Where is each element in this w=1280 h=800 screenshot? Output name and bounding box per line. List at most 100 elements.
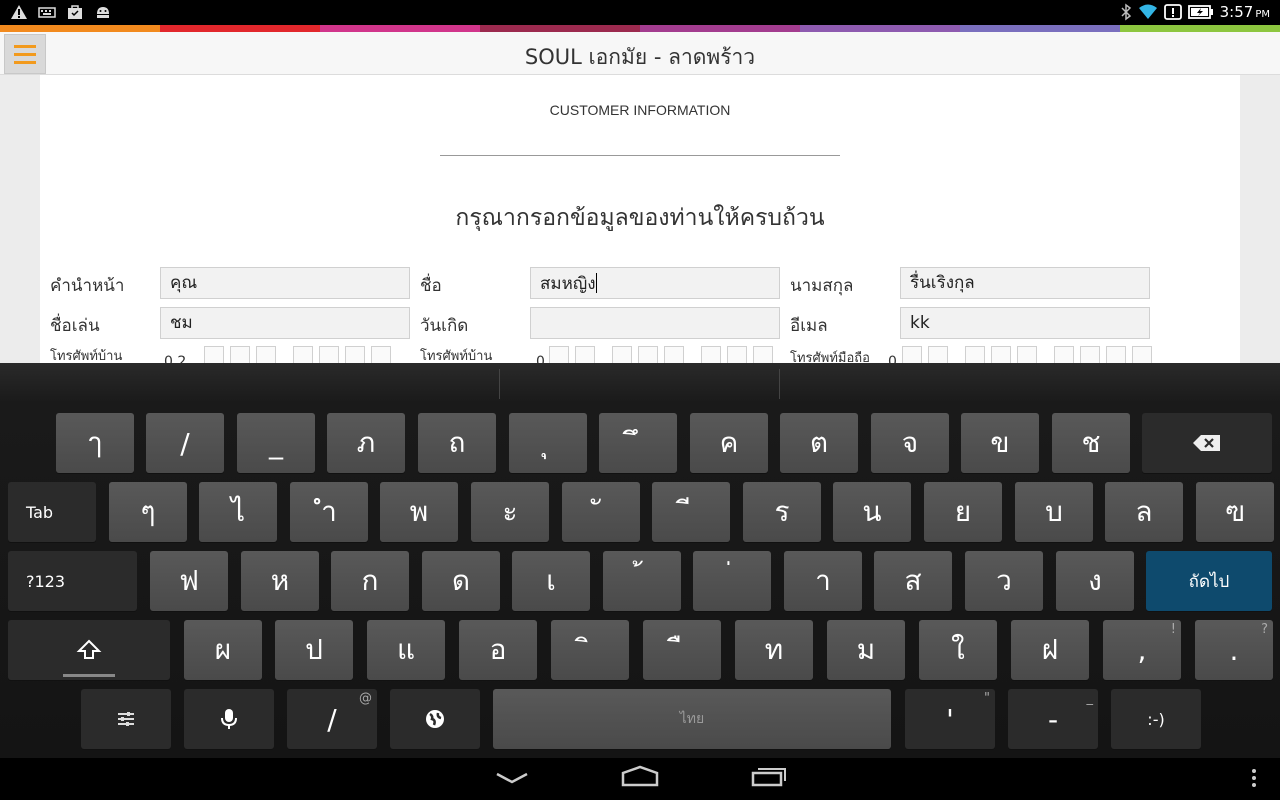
tab-key[interactable]: Tab — [8, 482, 96, 542]
key[interactable]: ำ — [290, 482, 368, 542]
last-name-field[interactable]: รื่นเริงกุล — [900, 267, 1150, 299]
phone-digit-box[interactable] — [293, 346, 313, 363]
phone-digit-box[interactable] — [753, 346, 773, 363]
phone-digit-box[interactable] — [371, 346, 391, 363]
phone-digit-box[interactable] — [965, 346, 985, 363]
phone-digit-box[interactable] — [549, 346, 569, 363]
enter-key[interactable]: ถัดไป — [1146, 551, 1272, 611]
back-icon[interactable] — [495, 770, 529, 786]
key-label: ป — [305, 633, 323, 666]
phone-digit-box[interactable] — [902, 346, 922, 363]
key[interactable]: ะ — [471, 482, 549, 542]
phone-digit-box[interactable] — [638, 346, 658, 363]
nickname-field[interactable]: ชม — [160, 307, 410, 339]
dash-key[interactable]: - _ — [1008, 689, 1098, 749]
key[interactable]: ฝ — [1011, 620, 1089, 680]
apostrophe-key[interactable]: ' " — [905, 689, 995, 749]
phone-digit-box[interactable] — [928, 346, 948, 363]
phone-digit-box[interactable] — [612, 346, 632, 363]
key[interactable]: ค — [690, 413, 768, 473]
smiley-key[interactable]: :-) — [1111, 689, 1201, 749]
key[interactable]: ิ — [551, 620, 629, 680]
key[interactable]: ก — [331, 551, 409, 611]
phone-digit-box[interactable] — [345, 346, 365, 363]
key[interactable]: พ — [380, 482, 458, 542]
key[interactable]: ด — [422, 551, 500, 611]
key[interactable]: ฟ — [150, 551, 228, 611]
key[interactable]: ห — [241, 551, 319, 611]
microphone-key[interactable] — [184, 689, 274, 749]
key[interactable]: .? — [1195, 620, 1273, 680]
phone-digit-box[interactable] — [1017, 346, 1037, 363]
key[interactable]: ป — [275, 620, 353, 680]
key[interactable]: ใ — [919, 620, 997, 680]
settings-key[interactable] — [81, 689, 171, 749]
key[interactable]: ่ — [693, 551, 771, 611]
key[interactable]: ึ — [599, 413, 677, 473]
key[interactable]: ต — [780, 413, 858, 473]
key-label: Tab — [26, 502, 54, 522]
email-field[interactable]: kk — [900, 307, 1150, 339]
key[interactable]: อ — [459, 620, 537, 680]
key[interactable]: ภ — [327, 413, 405, 473]
birthday-field[interactable] — [530, 307, 780, 339]
key[interactable]: ง — [1056, 551, 1134, 611]
space-key[interactable]: ไทย — [493, 689, 891, 749]
shift-key[interactable] — [8, 620, 170, 680]
language-key[interactable] — [390, 689, 480, 749]
phone-digit-box[interactable] — [230, 346, 250, 363]
phone-digit-box[interactable] — [1132, 346, 1152, 363]
key[interactable]: ๆ — [109, 482, 187, 542]
symbols-key[interactable]: ?123 — [8, 551, 137, 611]
key[interactable]: ม — [827, 620, 905, 680]
phone-digit-box[interactable] — [1106, 346, 1126, 363]
key[interactable]: ถ — [418, 413, 496, 473]
key-label: ผ — [214, 633, 232, 666]
phone-digit-box[interactable] — [664, 346, 684, 363]
overflow-menu-icon[interactable] — [1249, 767, 1259, 789]
app-header: SOUL เอกมัย - ลาดพร้าว — [0, 32, 1280, 75]
first-name-field[interactable]: สมหญิง — [530, 267, 780, 299]
phone-digit-box[interactable] — [701, 346, 721, 363]
key[interactable]: ไ — [199, 482, 277, 542]
key[interactable]: ช — [1052, 413, 1130, 473]
phone-digit-box[interactable] — [1054, 346, 1074, 363]
key[interactable]: ส — [874, 551, 952, 611]
prefix-field[interactable]: คุณ — [160, 267, 410, 299]
phone-digit-box[interactable] — [204, 346, 224, 363]
key[interactable]: เ — [512, 551, 590, 611]
key[interactable]: ท — [735, 620, 813, 680]
recents-icon[interactable] — [750, 765, 788, 787]
home-icon[interactable] — [620, 764, 660, 788]
key[interactable]: ั — [562, 482, 640, 542]
key[interactable]: ,! — [1103, 620, 1181, 680]
backspace-key[interactable] — [1142, 413, 1272, 473]
key[interactable]: ร — [743, 482, 821, 542]
key[interactable]: ล — [1105, 482, 1183, 542]
phone-digit-box[interactable] — [256, 346, 276, 363]
key[interactable]: ว — [965, 551, 1043, 611]
phone-digit-box[interactable] — [575, 346, 595, 363]
key[interactable]: _ — [237, 413, 315, 473]
slash-key[interactable]: / @ — [287, 689, 377, 749]
key[interactable]: จ — [871, 413, 949, 473]
key[interactable]: บ — [1015, 482, 1093, 542]
key[interactable]: ผ — [184, 620, 262, 680]
key-label: ภ — [356, 426, 376, 459]
phone-digit-box[interactable] — [319, 346, 339, 363]
key[interactable]: ฃ — [1196, 482, 1274, 542]
key[interactable]: า — [784, 551, 862, 611]
phone-digit-box[interactable] — [1080, 346, 1100, 363]
key[interactable]: แ — [367, 620, 445, 680]
key[interactable]: ย — [924, 482, 1002, 542]
key[interactable]: ี — [652, 482, 730, 542]
key[interactable]: ๅ — [56, 413, 134, 473]
key[interactable]: น — [833, 482, 911, 542]
key[interactable]: ข — [961, 413, 1039, 473]
key[interactable]: ื — [643, 620, 721, 680]
key[interactable]: / — [146, 413, 224, 473]
phone-digit-box[interactable] — [727, 346, 747, 363]
key[interactable]: ุ — [509, 413, 587, 473]
phone-digit-box[interactable] — [991, 346, 1011, 363]
key[interactable]: ้ — [603, 551, 681, 611]
